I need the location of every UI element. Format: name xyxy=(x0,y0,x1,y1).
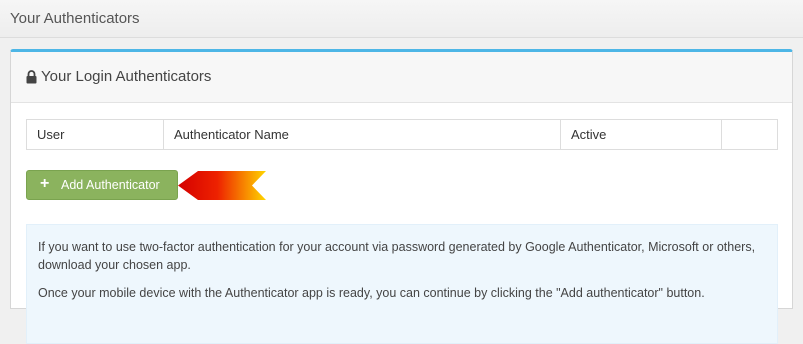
authenticators-panel: Your Login Authenticators User Authentic… xyxy=(10,49,793,344)
info-box: If you want to use two-factor authentica… xyxy=(26,224,778,344)
add-authenticator-button[interactable]: + Add Authenticator xyxy=(26,170,178,200)
red-pointer-arrow-icon xyxy=(178,171,266,200)
page-header: Your Authenticators xyxy=(0,0,803,38)
panel-heading: Your Login Authenticators xyxy=(11,52,792,103)
add-authenticator-label: Add Authenticator xyxy=(61,178,160,192)
info-paragraph-2: Once your mobile device with the Authent… xyxy=(38,286,705,300)
page-title: Your Authenticators xyxy=(10,10,140,27)
info-paragraph-1: If you want to use two-factor authentica… xyxy=(38,240,756,272)
column-header-user: User xyxy=(26,119,164,150)
panel-heading-text: Your Login Authenticators xyxy=(41,68,212,85)
lock-icon xyxy=(26,70,37,84)
table-header-row: User Authenticator Name Active xyxy=(26,119,778,150)
column-header-authenticator-name: Authenticator Name xyxy=(163,119,561,150)
column-header-active: Active xyxy=(560,119,722,150)
plus-icon: + xyxy=(40,175,50,192)
column-header-actions xyxy=(721,119,778,150)
authenticators-table: User Authenticator Name Active xyxy=(26,119,778,150)
